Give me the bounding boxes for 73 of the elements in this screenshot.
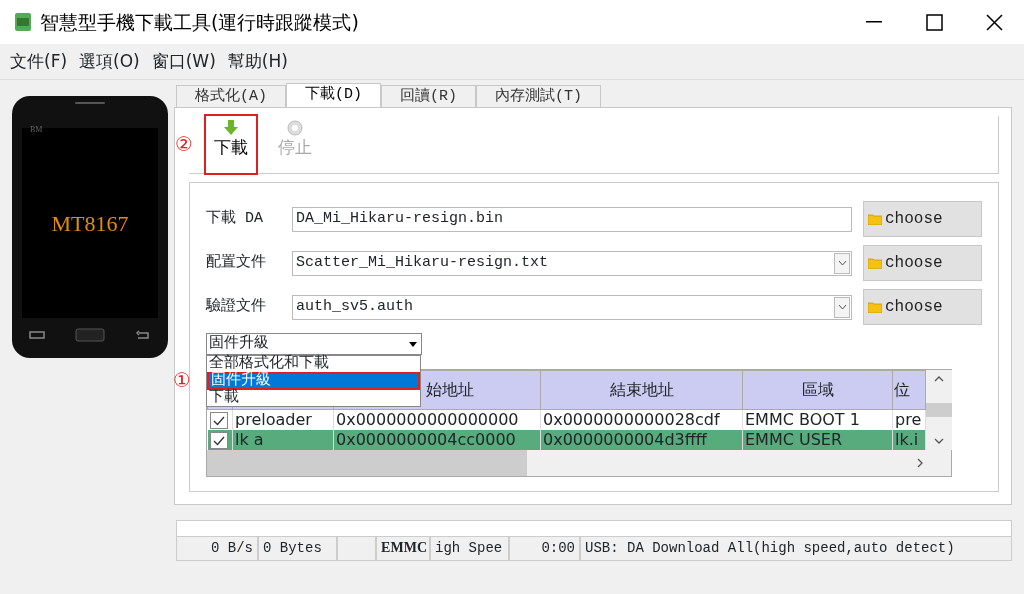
mode-dropdown[interactable]: 固件升級	[206, 333, 422, 355]
table-row[interactable]: preloader 0x0000000000000000 0x0000000000028cdf EMMC BOOT 1 pre	[207, 409, 926, 430]
chevron-down-icon	[837, 304, 847, 310]
column-header[interactable]: 結束地址	[609, 379, 674, 399]
table-cell: EMMC USER	[745, 430, 843, 450]
menu-item[interactable]: 文件(F)	[4, 48, 74, 75]
app-icon	[14, 12, 32, 33]
folder-icon	[868, 301, 882, 313]
table-cell: pre	[895, 410, 922, 430]
menu-item[interactable]: 選項(O)	[73, 48, 146, 75]
column-header[interactable]: 區域	[801, 379, 834, 399]
file-dropdown[interactable]: Scatter_Mi_Hikaru-resign.txt	[292, 250, 852, 276]
table-cell: lk.i	[895, 430, 919, 450]
menu-key-icon	[29, 330, 45, 340]
checkbox[interactable]	[209, 412, 228, 430]
choose-button[interactable]: choose	[863, 245, 982, 281]
table-cell: EMMC BOOT 1	[745, 410, 860, 430]
tab[interactable]: 格式化(A)	[176, 85, 286, 107]
scroll-thumb[interactable]	[926, 403, 952, 417]
table-cell: 0x0000000004cc0000	[336, 430, 516, 450]
menu-item[interactable]: 窗口(W)	[145, 48, 222, 75]
status-text: 0 Bytes	[263, 540, 322, 556]
checkbox[interactable]	[209, 432, 228, 450]
tab[interactable]: 內存測試(T)	[476, 85, 602, 107]
tab[interactable]: 回讀(R)	[381, 85, 477, 107]
table-cell: lk a	[235, 430, 264, 450]
scroll-up-icon	[934, 376, 944, 382]
column-header[interactable]: 始地址	[426, 379, 474, 399]
menu-item[interactable]: 幫助(H)	[221, 48, 294, 75]
field-label: 配置文件	[206, 252, 267, 273]
status-text: 0:00	[541, 540, 575, 556]
scroll-right-icon	[917, 458, 923, 468]
check-icon	[212, 415, 225, 426]
status-text: EMMC	[381, 540, 427, 555]
file-field[interactable]: DA_Mi_Hikaru-resign.bin	[292, 206, 852, 232]
back-key-icon	[135, 330, 151, 340]
check-icon	[212, 435, 225, 446]
stop-icon	[287, 120, 303, 136]
table-cell: 0x0000000000000000	[336, 410, 519, 430]
download-button[interactable]: 下載	[206, 116, 256, 173]
folder-icon	[868, 213, 882, 225]
folder-icon	[868, 257, 882, 269]
vertical-scrollbar[interactable]	[926, 370, 952, 450]
choose-button[interactable]: choose	[863, 289, 982, 325]
chip-label: MT8167	[51, 209, 129, 238]
field-label: 驗證文件	[206, 296, 267, 317]
table-row[interactable]: lk a 0x0000000004cc0000 0x0000000004d3ffff EMMC USER lk.i	[207, 429, 926, 450]
dropdown-option[interactable]: 全部格式化和下載	[207, 356, 420, 372]
status-text: USB: DA Download All(high speed,auto detect)	[585, 540, 955, 556]
annotation-number: ①	[173, 370, 191, 390]
close-icon	[985, 13, 1003, 31]
field-label: 下載 DA	[206, 208, 264, 229]
annotation-number: ②	[175, 134, 193, 154]
home-key-icon	[75, 328, 105, 342]
tab[interactable]: 下載(D)	[286, 83, 382, 107]
file-dropdown[interactable]: auth_sv5.auth	[292, 294, 852, 320]
dropdown-arrow-icon	[409, 341, 417, 347]
maximize-icon	[925, 13, 943, 31]
scroll-down-icon	[934, 438, 944, 444]
choose-button[interactable]: choose	[863, 201, 982, 237]
minimize-icon	[866, 21, 882, 23]
table-cell: 0x0000000000028cdf	[543, 410, 720, 430]
chevron-down-icon	[837, 260, 847, 266]
down-arrow-icon	[224, 120, 238, 136]
table-cell: preloader	[235, 410, 312, 430]
status-text: igh Spee	[435, 540, 503, 556]
window-title: 智慧型手機下載工具(運行時跟蹤模式)	[40, 9, 359, 35]
dropdown-option[interactable]: 固件升級	[207, 372, 420, 390]
table-cell: 0x0000000004d3ffff	[543, 430, 707, 450]
phone-brand: BM	[30, 124, 43, 136]
horizontal-scrollbar[interactable]	[207, 450, 951, 476]
dropdown-option[interactable]: 下載	[207, 390, 420, 406]
status-text: 0 B/s	[211, 540, 253, 556]
